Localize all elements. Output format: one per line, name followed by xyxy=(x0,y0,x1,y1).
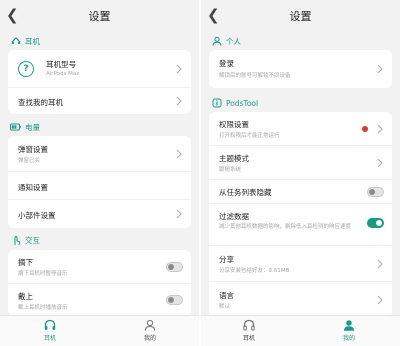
hide-recent-label: 从任务列表隐藏 xyxy=(219,188,272,197)
chevron-right-icon xyxy=(377,158,383,168)
permission-label: 权限设置 xyxy=(219,120,249,129)
chevron-right-icon xyxy=(176,96,182,106)
chevron-right-icon xyxy=(377,259,383,269)
section-header-podstool: PodsTool xyxy=(211,96,258,110)
language-row[interactable]: 语言 默认 xyxy=(209,282,392,318)
language-label: 语言 xyxy=(219,291,234,300)
permission-desc: 打开权限后才能正常运行 xyxy=(219,133,280,139)
nav-label: 耳机 xyxy=(43,335,56,342)
section-label: 电量 xyxy=(25,122,40,132)
section-header-personal: 个人 xyxy=(211,34,241,48)
chevron-right-icon xyxy=(176,209,182,219)
section-label: 耳机 xyxy=(25,36,40,46)
take-off-label: 摘下 xyxy=(18,258,33,267)
chevron-right-icon xyxy=(176,149,182,159)
chevron-right-icon xyxy=(377,295,383,305)
take-off-toggle[interactable] xyxy=(166,262,183,272)
section-header-earphone: 耳机 xyxy=(10,34,40,48)
personal-card: 登录 解锁后的账号可解锁不同设备 xyxy=(209,50,392,88)
put-on-toggle[interactable] xyxy=(166,295,183,305)
filter-data-toggle[interactable] xyxy=(367,218,384,228)
hand-tap-icon xyxy=(10,235,21,246)
toggle-knob xyxy=(168,297,174,303)
headphones-icon xyxy=(243,319,255,331)
nav-label: 我的 xyxy=(342,335,355,342)
theme-row[interactable]: 主题模式 跟随系统 xyxy=(209,146,392,180)
notification-settings-label: 通知设置 xyxy=(18,183,48,192)
put-on-row: 戴上 戴上耳机时播放音乐 xyxy=(8,284,191,316)
person-icon xyxy=(211,36,222,47)
chevron-right-icon xyxy=(377,64,383,74)
find-earphone-label: 查找我的耳机 xyxy=(18,98,63,107)
take-off-row: 摘下 摘下耳机时暂停音乐 xyxy=(8,250,191,284)
model-label: 耳机型号 xyxy=(46,60,76,69)
section-label: 交互 xyxy=(25,235,40,245)
notification-settings-row[interactable]: 通知设置 xyxy=(8,172,191,200)
login-row[interactable]: 登录 解锁后的账号可解锁不同设备 xyxy=(209,50,392,88)
section-header-interaction: 交互 xyxy=(10,233,40,247)
login-desc: 解锁后的账号可解锁不同设备 xyxy=(219,73,291,79)
podstool-card: 权限设置 打开权限后才能正常运行 主题模式 跟随系统 从任务列表隐藏 过滤数据 … xyxy=(209,112,392,318)
toggle-knob xyxy=(369,189,375,195)
chevron-right-icon xyxy=(377,124,383,134)
theme-label: 主题模式 xyxy=(219,154,249,163)
toggle-knob xyxy=(376,220,382,226)
put-on-label: 戴上 xyxy=(18,292,33,301)
interaction-card: 摘下 摘下耳机时暂停音乐 戴上 戴上耳机时播放音乐 xyxy=(8,250,191,316)
nav-label: 耳机 xyxy=(242,335,255,342)
settings-screen-mine: ❮ 设置 个人 登录 解锁后的账号可解锁不同设备 PodsTool 权限设置 打… xyxy=(201,0,400,346)
filter-data-label: 过滤数据 xyxy=(219,212,249,221)
chevron-right-icon xyxy=(176,64,182,74)
headphones-icon xyxy=(44,319,56,330)
login-label: 登录 xyxy=(219,59,234,68)
theme-value: 跟随系统 xyxy=(219,167,242,173)
find-earphone-row[interactable]: 查找我的耳机 xyxy=(8,88,191,114)
model-value: AirPods Max xyxy=(46,71,80,77)
header: ❮ 设置 xyxy=(0,0,199,30)
section-label: PodsTool xyxy=(226,98,259,108)
section-label: 个人 xyxy=(226,36,241,46)
share-label: 分享 xyxy=(219,255,234,264)
hide-recent-row: 从任务列表隐藏 xyxy=(209,180,392,204)
toggle-knob xyxy=(168,264,174,270)
battery-icon xyxy=(10,122,21,133)
model-row[interactable]: ? 耳机型号 AirPods Max xyxy=(8,50,191,88)
nav-tab-mine[interactable]: 我的 xyxy=(329,319,369,342)
alert-dot xyxy=(362,126,368,132)
take-off-desc: 摘下耳机时暂停音乐 xyxy=(18,271,68,277)
hide-recent-toggle[interactable] xyxy=(367,187,384,197)
page-title: 设置 xyxy=(88,10,111,23)
battery-card: 弹窗设置 弹窗已关 通知设置 小部件设置 xyxy=(8,136,191,228)
nav-tab-mine[interactable]: 我的 xyxy=(130,319,170,342)
app-info-icon xyxy=(211,98,222,109)
share-desc: 分享安装包给好友：9.61MB xyxy=(219,268,290,274)
permission-row[interactable]: 权限设置 打开权限后才能正常运行 xyxy=(209,112,392,146)
earphone-card: ? 耳机型号 AirPods Max 查找我的耳机 xyxy=(8,50,191,114)
section-header-battery: 电量 xyxy=(10,120,40,134)
popup-settings-label: 弹窗设置 xyxy=(18,145,48,154)
headphone-section-icon xyxy=(10,36,21,47)
settings-screen-earphone: ❮ 设置 耳机 ? 耳机型号 AirPods Max 查找我的耳机 电量 弹窗设… xyxy=(0,0,199,346)
bottom-nav: 耳机 我的 xyxy=(0,315,199,346)
widget-settings-row[interactable]: 小部件设置 xyxy=(8,200,191,228)
put-on-desc: 戴上耳机时播放音乐 xyxy=(18,305,68,311)
nav-label: 我的 xyxy=(143,335,156,342)
filter-data-row: 过滤数据 减少其他耳机数据的影响，剔除低入耳检测的响应速度 xyxy=(209,204,392,246)
nav-tab-earphone[interactable]: 耳机 xyxy=(30,319,70,342)
widget-settings-label: 小部件设置 xyxy=(18,211,56,220)
popup-settings-row[interactable]: 弹窗设置 弹窗已关 xyxy=(8,136,191,172)
bottom-nav: 耳机 我的 xyxy=(201,315,400,346)
user-icon xyxy=(344,320,354,331)
help-question-icon: ? xyxy=(18,61,34,77)
language-value: 默认 xyxy=(219,304,231,310)
nav-tab-earphone[interactable]: 耳机 xyxy=(229,319,269,342)
page-title: 设置 xyxy=(289,10,312,23)
share-row[interactable]: 分享 分享安装包给好友：9.61MB xyxy=(209,246,392,282)
user-icon xyxy=(144,319,156,331)
popup-settings-value: 弹窗已关 xyxy=(18,158,41,164)
header: ❮ 设置 xyxy=(201,0,400,30)
filter-data-desc: 减少其他耳机数据的影响，剔除低入耳检测的响应速度 xyxy=(219,224,352,230)
